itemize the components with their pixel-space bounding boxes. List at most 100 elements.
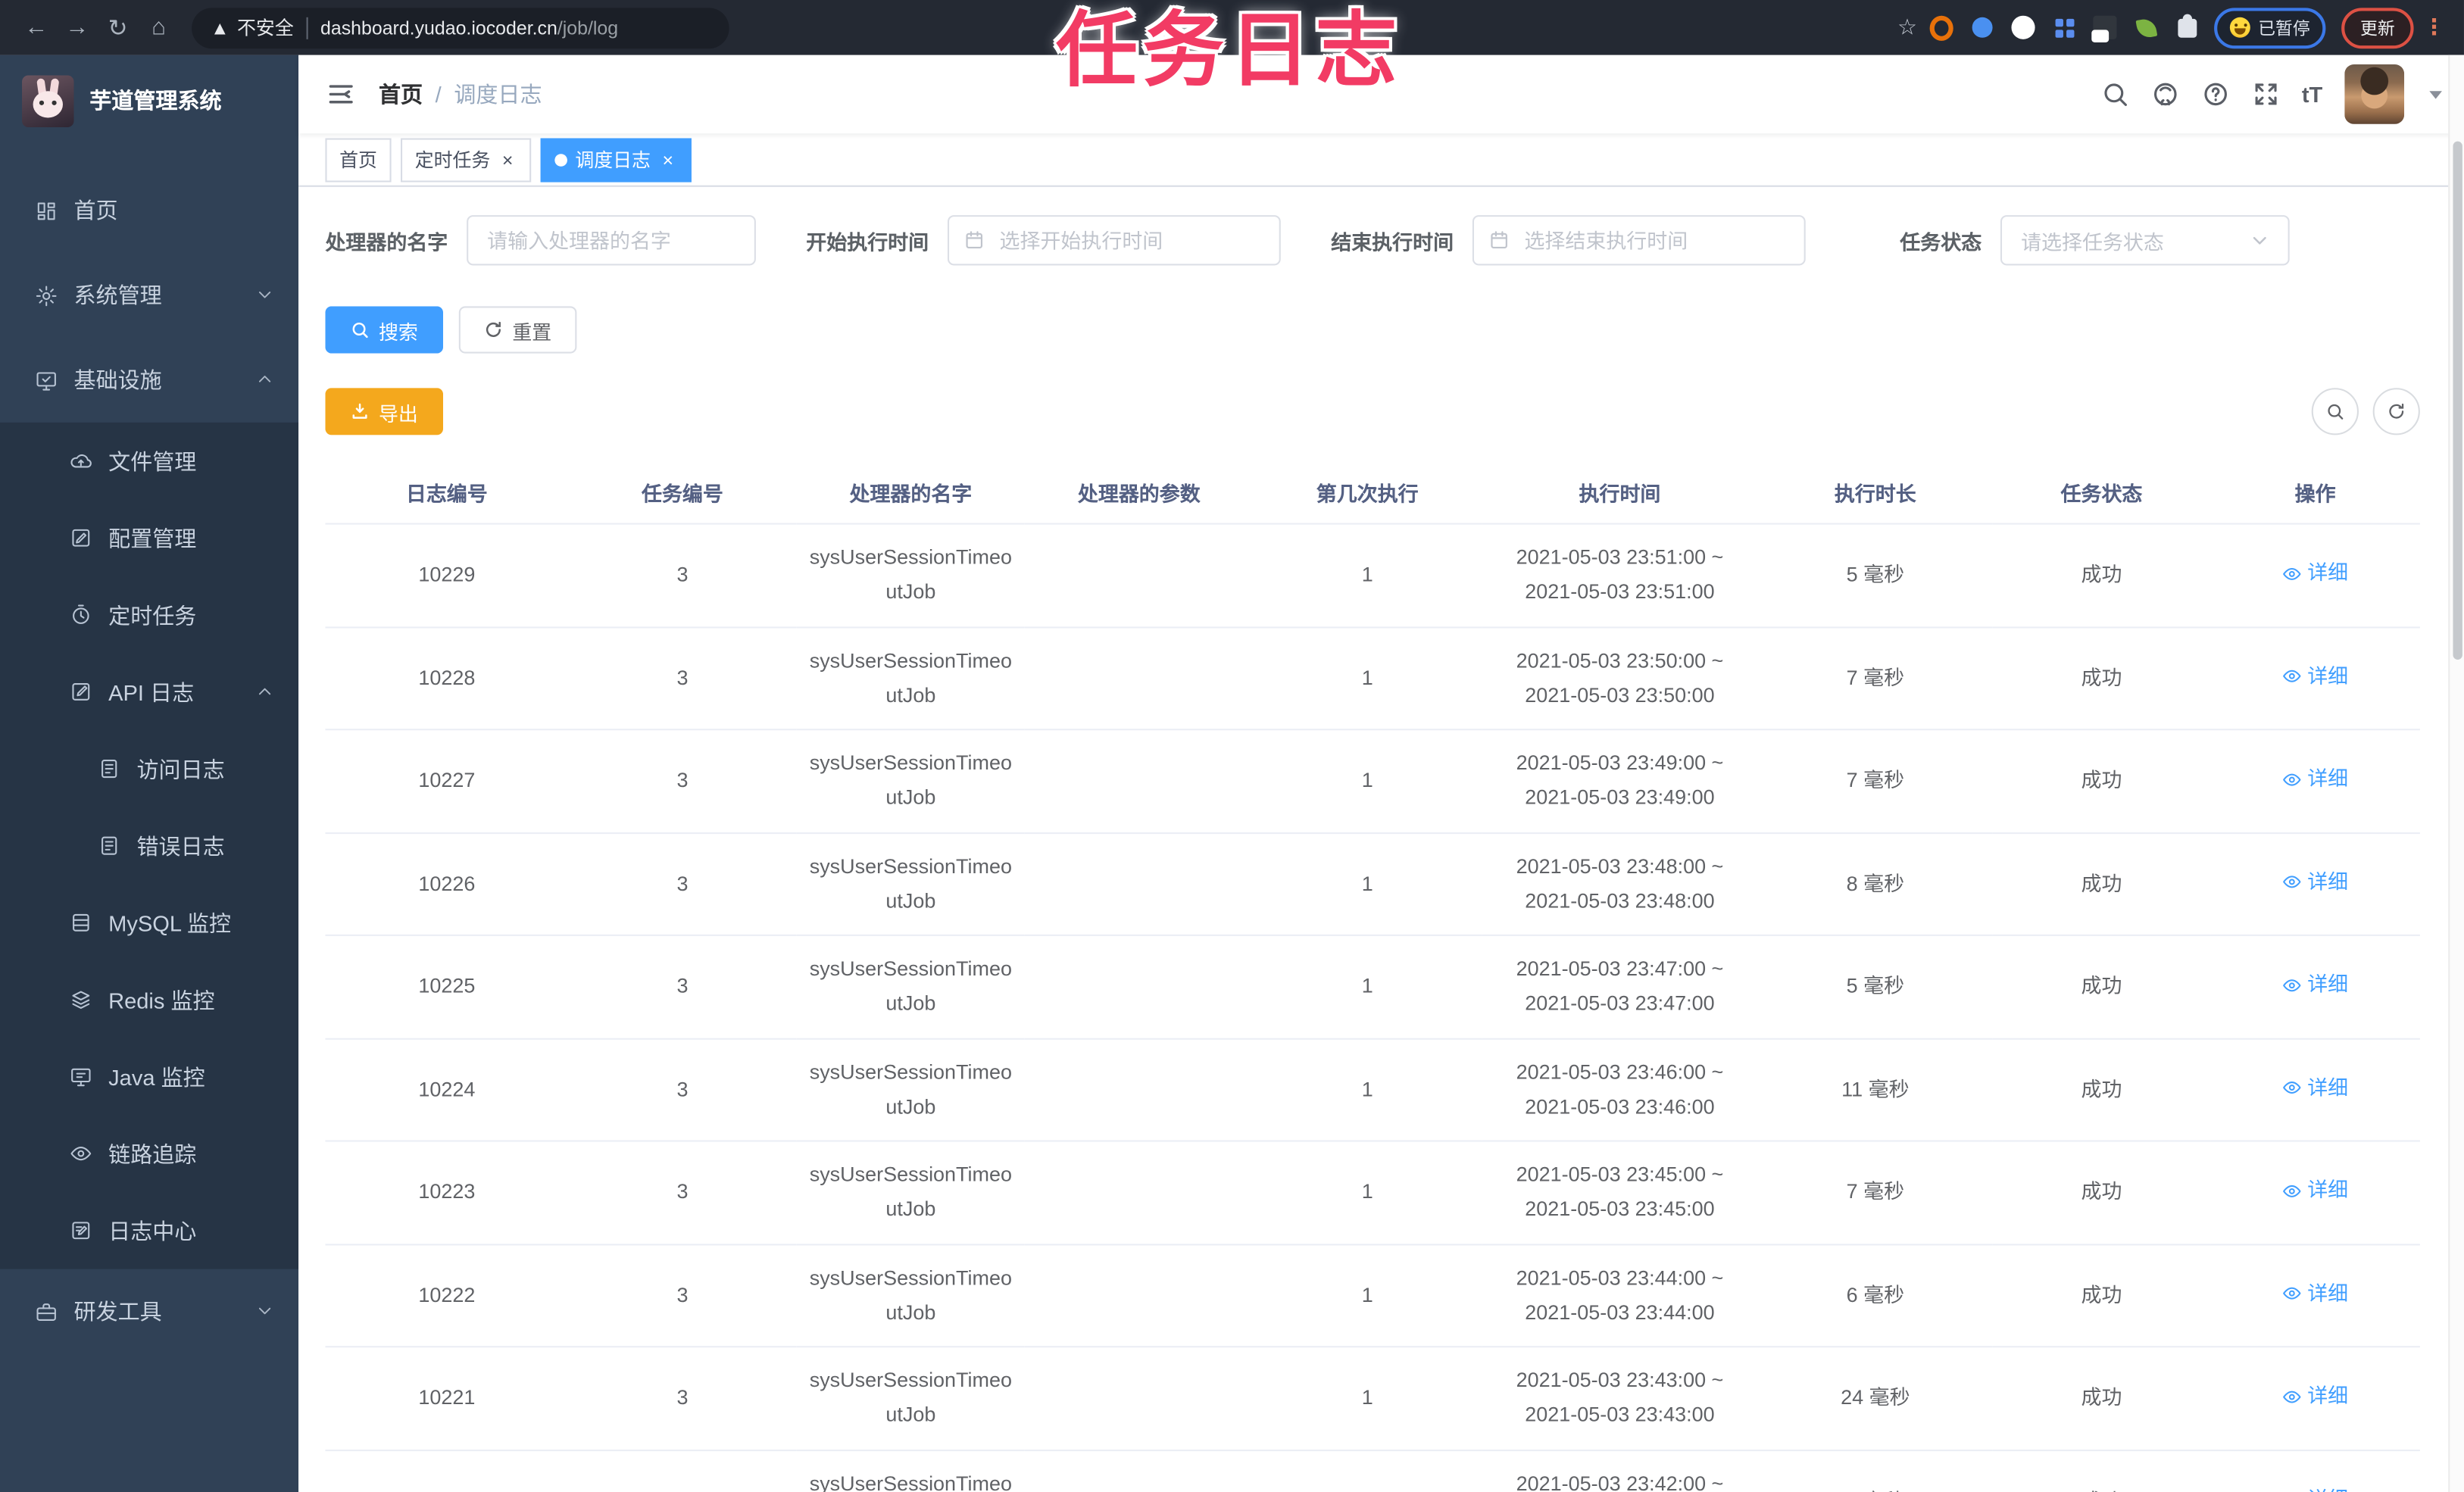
tab-label: 定时任务 (414, 149, 491, 172)
sidebar-item-file-management[interactable]: 文件管理 (0, 423, 298, 500)
close-icon[interactable]: × (658, 150, 677, 169)
detail-link[interactable]: 详细 (2282, 659, 2348, 694)
table-row: 10226 3 sysUserSessionTimeoutJob 1 2021-05-0… (325, 832, 2420, 936)
sidebar-item-infrastructure[interactable]: 基础设施 (0, 338, 298, 423)
table-row: 10224 3 sysUserSessionTimeoutJob 1 2021-05-0… (325, 1038, 2420, 1142)
font-size-icon[interactable]: tT (2302, 82, 2322, 107)
table-row: 10221 3 sysUserSessionTimeoutJob 1 2021-05-0… (325, 1347, 2420, 1451)
table-row: 10222 3 sysUserSessionTimeoutJob 1 2021-05-0… (325, 1244, 2420, 1348)
sidebar-item-system-management[interactable]: 系统管理 (0, 253, 298, 338)
detail-link[interactable]: 详细 (2282, 1379, 2348, 1414)
tab-scheduled-tasks[interactable]: 定时任务 × (401, 137, 532, 182)
detail-link[interactable]: 详细 (2282, 556, 2348, 591)
sidebar-logo-row[interactable]: 芋道管理系统 (0, 55, 298, 146)
handler-name-field[interactable] (467, 215, 756, 266)
detail-link[interactable]: 详细 (2282, 762, 2348, 797)
detail-link[interactable]: 详细 (2282, 1173, 2348, 1208)
view-eye-icon (2283, 979, 2302, 991)
job-status-select[interactable]: 请选择任务状态 (2000, 215, 2290, 266)
sidebar-item-access-log[interactable]: 访问日志 (0, 730, 298, 807)
duration-cell: 6 毫秒 (1757, 1244, 1993, 1348)
execute-time-cell: 2021-05-03 23:50:00 ~2021-05-03 23:50:00 (1481, 626, 1758, 731)
user-avatar[interactable] (2344, 64, 2405, 124)
sidebar-item-home[interactable]: 首页 (0, 168, 298, 253)
address-bar[interactable]: ▲ 不安全 dashboard.yudao.iocoder.cn/job/log (192, 7, 729, 48)
sidebar-item-label: Redis 监控 (108, 987, 215, 1013)
detail-link[interactable]: 详细 (2282, 967, 2348, 1002)
extension-puzzle-icon[interactable] (2175, 13, 2198, 39)
sidebar-item-error-log[interactable]: 错误日志 (0, 807, 298, 885)
sidebar-item-scheduled-tasks[interactable]: 定时任务 (0, 576, 298, 654)
sidebar-item-label: 定时任务 (108, 602, 197, 628)
browser-reload-icon[interactable]: ↻ (98, 7, 139, 48)
round-cell: 1 (1253, 935, 1482, 1039)
extension-grid-icon[interactable] (2052, 16, 2075, 39)
sidebar-item-dev-tools[interactable]: 研发工具 (0, 1269, 298, 1354)
browser-home-icon[interactable]: ⌂ (139, 7, 180, 48)
status-cell: 成功 (1992, 1450, 2211, 1492)
sidebar-item-java-monitor[interactable]: Java 监控 (0, 1038, 298, 1116)
sidebar: 芋道管理系统 首页系统管理基础设施 文件管理 配置管理定时任务 API 日志 访问日志错… (0, 55, 299, 1492)
sidebar-item-api-log[interactable]: API 日志 (0, 654, 298, 731)
scrollbar-thumb[interactable] (2453, 141, 2462, 660)
paused-badge[interactable]: 已暂停 (2214, 7, 2326, 48)
hamburger-icon[interactable] (325, 79, 356, 110)
start-time-field-group: 开始执行时间 (806, 215, 1281, 266)
browser-back-icon[interactable]: ← (16, 7, 57, 48)
sidebar-item-label: 首页 (73, 198, 118, 223)
execute-time-cell: 2021-05-03 23:46:00 ~2021-05-03 23:46:00 (1481, 1038, 1758, 1142)
sidebar-item-log-center[interactable]: 日志中心 (0, 1192, 298, 1269)
tab-label: 首页 (339, 149, 377, 172)
help-icon[interactable] (2201, 80, 2229, 108)
handler-param-cell (1025, 626, 1254, 731)
browser-menu-icon[interactable]: ⋮ (2423, 14, 2445, 41)
close-icon[interactable]: × (498, 150, 517, 169)
extension-green-check-icon[interactable]: ✓ (2011, 15, 2035, 39)
sidebar-item-redis-monitor[interactable]: Redis 监控 (0, 961, 298, 1038)
action-cell: 详细 (2210, 1347, 2420, 1451)
extension-blue-pin-icon[interactable] (1971, 16, 1994, 39)
doc-log-icon (101, 836, 117, 855)
detail-link[interactable]: 详细 (2282, 1070, 2348, 1105)
extension-on-switch-icon[interactable]: on (2091, 15, 2117, 42)
detail-link[interactable]: 详细 (2282, 1482, 2348, 1492)
status-cell: 成功 (1992, 935, 2211, 1039)
extension-orange-ring-icon[interactable] (1929, 14, 1953, 40)
url-path: /job/log (557, 16, 619, 39)
search-button[interactable]: 搜索 (325, 306, 444, 354)
detail-link[interactable]: 详细 (2282, 865, 2348, 900)
tab-job-log[interactable]: 调度日志 × (540, 137, 692, 182)
search-icon[interactable] (2100, 80, 2128, 108)
chevron-down-icon (258, 1307, 271, 1315)
sidebar-item-mysql-monitor[interactable]: MySQL 监控 (0, 884, 298, 961)
handler-param-cell (1025, 935, 1254, 1039)
edit-icon (72, 529, 90, 547)
extension-leaf-icon[interactable] (2134, 16, 2157, 39)
sidebar-item-trace[interactable]: 链路追踪 (0, 1115, 298, 1192)
log-id-cell: 10222 (325, 1244, 569, 1348)
round-cell: 1 (1253, 1244, 1482, 1348)
sidebar-item-label: 研发工具 (73, 1298, 162, 1325)
sidebar-item-label: 系统管理 (73, 282, 162, 308)
avatar-caret-icon[interactable] (2429, 90, 2442, 98)
column-header: 第几次执行 (1253, 460, 1482, 525)
browser-forward-icon[interactable]: → (57, 7, 98, 48)
view-eye-icon (2283, 1184, 2302, 1197)
sidebar-item-label: 链路追踪 (108, 1141, 197, 1166)
sidebar-item-config-management[interactable]: 配置管理 (0, 499, 298, 576)
browser-update-button[interactable]: 更新 (2341, 7, 2414, 48)
reset-button[interactable]: 重置 (458, 306, 577, 354)
export-button[interactable]: 导出 (325, 388, 444, 435)
page-scrollbar[interactable] (2448, 55, 2464, 1492)
log-icon (72, 683, 90, 701)
end-time-field[interactable] (1472, 215, 1806, 266)
refresh-table-button[interactable] (2372, 388, 2420, 435)
detail-link[interactable]: 详细 (2282, 1276, 2348, 1311)
github-icon[interactable] (2151, 80, 2179, 108)
bookmark-star-icon[interactable]: ☆ (1897, 14, 1917, 41)
fullscreen-icon[interactable] (2251, 80, 2279, 108)
toggle-search-button[interactable] (2311, 388, 2359, 435)
start-time-field[interactable] (948, 215, 1281, 266)
breadcrumb-home[interactable]: 首页 (379, 79, 423, 110)
tab-home[interactable]: 首页 (325, 137, 392, 182)
